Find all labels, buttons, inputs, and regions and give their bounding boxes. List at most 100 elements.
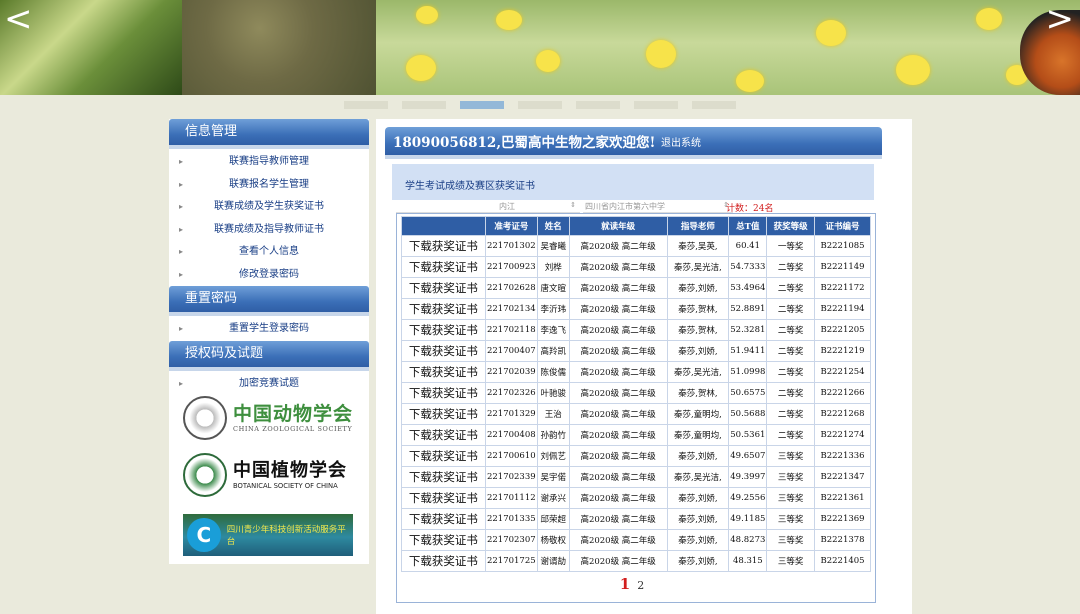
table-row: 下载获奖证书 221702307 杨敬权 高2020级 高二年级 秦莎,刘娇, 48.82… bbox=[401, 529, 871, 551]
download-cert-link[interactable]: 下载获奖证书 bbox=[401, 235, 486, 257]
exam-id-cell: 221701112 bbox=[484, 487, 538, 509]
banner-image-middle bbox=[182, 0, 376, 95]
download-cert-link[interactable]: 下载获奖证书 bbox=[401, 550, 486, 572]
youth-platform-logo[interactable]: C 四川青少年科技创新活动服务平台 bbox=[183, 511, 353, 559]
page-current[interactable]: 1 bbox=[620, 575, 630, 593]
exam-id-cell: 221700610 bbox=[484, 445, 538, 467]
download-cert-link[interactable]: 下载获奖证书 bbox=[401, 508, 486, 530]
cert-number-cell: B2221378 bbox=[814, 529, 871, 551]
exam-id-cell: 221700408 bbox=[484, 424, 538, 446]
column-header: 证书编号 bbox=[814, 216, 871, 236]
cert-number-cell: B2221336 bbox=[814, 445, 871, 467]
student-name-cell: 吴宇偌 bbox=[536, 466, 570, 488]
sidebar-item-label: 加密竞赛试题 bbox=[239, 377, 299, 389]
carousel-dot[interactable] bbox=[402, 101, 446, 109]
carousel-dot[interactable] bbox=[344, 101, 388, 109]
grade-cell: 高2020级 高二年级 bbox=[568, 445, 668, 467]
sidebar-item-teacher-certs[interactable]: ▸ 联赛成绩及指导教师证书 bbox=[169, 219, 369, 242]
zoological-society-logo[interactable]: 中国动物学会 CHINA ZOOLOGICAL SOCIETY bbox=[183, 394, 353, 442]
carousel-dot[interactable] bbox=[518, 101, 562, 109]
download-cert-link[interactable]: 下载获奖证书 bbox=[401, 445, 486, 467]
award-level-cell: 二等奖 bbox=[766, 424, 816, 446]
grade-cell: 高2020级 高二年级 bbox=[568, 277, 668, 299]
sidebar-item-reset-student-password[interactable]: ▸ 重置学生登录密码 bbox=[169, 318, 369, 341]
score-cell: 52.8891 bbox=[728, 298, 768, 320]
student-name-cell: 刘佩艺 bbox=[536, 445, 570, 467]
sidebar-item-student-manage[interactable]: ▸ 联赛报名学生管理 bbox=[169, 174, 369, 197]
section-header-reset: 重置密码 bbox=[169, 286, 369, 316]
student-name-cell: 孙韵竹 bbox=[536, 424, 570, 446]
exam-id-cell: 221702134 bbox=[484, 298, 538, 320]
download-cert-link[interactable]: 下载获奖证书 bbox=[401, 319, 486, 341]
cert-number-cell: B2221219 bbox=[814, 340, 871, 362]
download-cert-link[interactable]: 下载获奖证书 bbox=[401, 403, 486, 425]
column-header: 就读年级 bbox=[568, 216, 668, 236]
exam-id-cell: 221700923 bbox=[484, 256, 538, 278]
grade-cell: 高2020级 高二年级 bbox=[568, 382, 668, 404]
download-cert-link[interactable]: 下载获奖证书 bbox=[401, 298, 486, 320]
sidebar-item-student-certs[interactable]: ▸ 联赛成绩及学生获奖证书 bbox=[169, 196, 369, 219]
sidebar-item-teacher-manage[interactable]: ▸ 联赛指导教师管理 bbox=[169, 151, 369, 174]
youth-platform-text: 四川青少年科技创新活动服务平台 bbox=[226, 525, 346, 547]
welcome-text: 18090056812,巴蜀高中生物之家欢迎您! bbox=[393, 135, 656, 151]
school-select[interactable]: 四川省内江市第六中学 ⇕ bbox=[583, 201, 733, 213]
download-cert-link[interactable]: 下载获奖证书 bbox=[401, 361, 486, 383]
select-arrow-icon: ⇕ bbox=[570, 201, 576, 209]
results-table: 准考证号 姓名 就读年级 指导老师 总T值 获奖等级 证书编号 下载获奖证书 22… bbox=[401, 216, 871, 572]
student-name-cell: 杨敬权 bbox=[536, 529, 570, 551]
download-cert-link[interactable]: 下载获奖证书 bbox=[401, 466, 486, 488]
carousel-prev-icon[interactable]: < bbox=[4, 2, 33, 36]
sidebar-item-profile[interactable]: ▸ 查看个人信息 bbox=[169, 241, 369, 264]
score-cell: 50.5361 bbox=[728, 424, 768, 446]
bullet-icon: ▸ bbox=[179, 224, 184, 234]
download-cert-link[interactable]: 下载获奖证书 bbox=[401, 382, 486, 404]
grade-cell: 高2020级 高二年级 bbox=[568, 361, 668, 383]
logout-link[interactable]: 退出系统 bbox=[661, 134, 701, 149]
download-cert-link[interactable]: 下载获奖证书 bbox=[401, 340, 486, 362]
cert-number-cell: B2221405 bbox=[814, 550, 871, 572]
bullet-icon: ▸ bbox=[179, 202, 184, 211]
score-cell: 50.6575 bbox=[728, 382, 768, 404]
award-level-cell: 三等奖 bbox=[766, 529, 816, 551]
grade-cell: 高2020级 高二年级 bbox=[568, 508, 668, 530]
city-select[interactable]: 内江 ⇕ bbox=[396, 201, 580, 213]
cert-number-cell: B2221361 bbox=[814, 487, 871, 509]
exam-id-cell: 221701335 bbox=[484, 508, 538, 530]
teacher-cell: 秦莎,贺林, bbox=[666, 382, 730, 404]
award-level-cell: 三等奖 bbox=[766, 487, 816, 509]
exam-id-cell: 221702039 bbox=[484, 361, 538, 383]
carousel-dot[interactable] bbox=[634, 101, 678, 109]
bullet-icon: ▸ bbox=[179, 324, 184, 333]
table-row: 下载获奖证书 221702118 李逸飞 高2020级 高二年级 秦莎,贺林, 52.32… bbox=[401, 319, 871, 341]
banner-image-right bbox=[376, 0, 1080, 95]
sidebar-item-encrypted-exam[interactable]: ▸ 加密竞赛试题 bbox=[169, 373, 369, 396]
score-cell: 48.8273 bbox=[728, 529, 768, 551]
award-level-cell: 二等奖 bbox=[766, 382, 816, 404]
student-name-cell: 李逸飞 bbox=[536, 319, 570, 341]
sidebar-item-label: 联赛报名学生管理 bbox=[229, 178, 309, 190]
download-cert-link[interactable]: 下载获奖证书 bbox=[401, 487, 486, 509]
botanical-society-logo[interactable]: 中国植物学会 BOTANICAL SOCIETY OF CHINA bbox=[183, 451, 347, 499]
carousel-next-icon[interactable]: > bbox=[1046, 2, 1075, 36]
download-cert-link[interactable]: 下载获奖证书 bbox=[401, 424, 486, 446]
page-link[interactable]: 2 bbox=[637, 579, 644, 592]
download-cert-link[interactable]: 下载获奖证书 bbox=[401, 277, 486, 299]
cert-number-cell: B2221254 bbox=[814, 361, 871, 383]
grade-cell: 高2020级 高二年级 bbox=[568, 298, 668, 320]
carousel-dot[interactable] bbox=[576, 101, 620, 109]
carousel-dot[interactable] bbox=[692, 101, 736, 109]
teacher-cell: 秦莎,刘娇, bbox=[666, 277, 730, 299]
carousel-dot-active[interactable] bbox=[460, 101, 504, 109]
sidebar-item-change-password[interactable]: ▸ 修改登录密码 bbox=[169, 264, 369, 287]
student-name-cell: 邱荣超 bbox=[536, 508, 570, 530]
download-cert-link[interactable]: 下载获奖证书 bbox=[401, 529, 486, 551]
column-header bbox=[401, 216, 486, 236]
exam-id-cell: 221700407 bbox=[484, 340, 538, 362]
download-cert-link[interactable]: 下载获奖证书 bbox=[401, 256, 486, 278]
table-row: 下载获奖证书 221701335 邱荣超 高2020级 高二年级 秦莎,刘娇, 49.11… bbox=[401, 508, 871, 530]
cert-number-cell: B2221085 bbox=[814, 235, 871, 257]
grade-cell: 高2020级 高二年级 bbox=[568, 403, 668, 425]
teacher-cell: 秦莎,吴光洁, bbox=[666, 361, 730, 383]
grade-cell: 高2020级 高二年级 bbox=[568, 529, 668, 551]
exam-id-cell: 221701725 bbox=[484, 550, 538, 572]
